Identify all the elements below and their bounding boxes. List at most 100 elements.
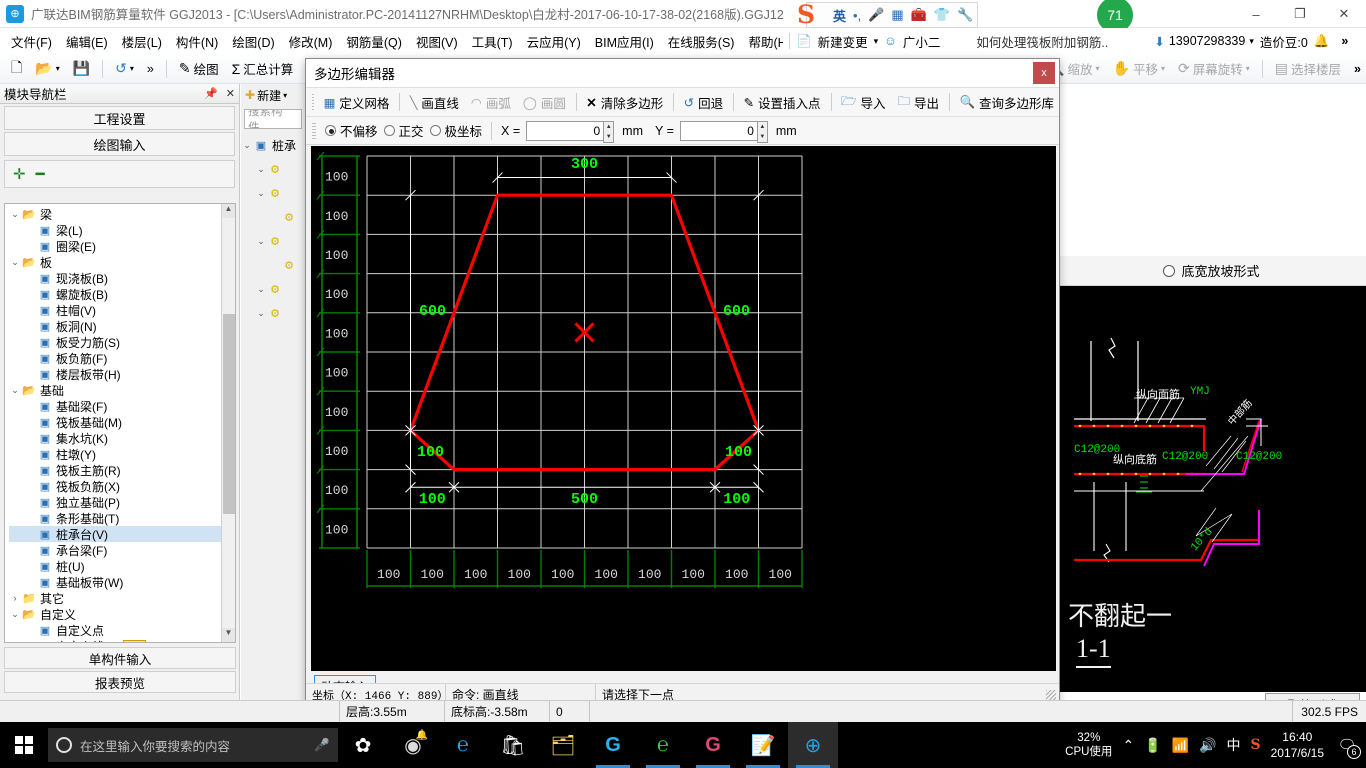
tree-item-筏板负筋X[interactable]: ▣ 筏板负筋(X)	[9, 478, 235, 494]
close-icon[interactable]: ✕	[226, 87, 235, 100]
toolbar-grip[interactable]	[312, 94, 314, 110]
menu-online-service[interactable]: 在线服务(S)	[661, 29, 742, 54]
taskbar-app-360browser[interactable]: G	[588, 722, 638, 768]
twisty-icon[interactable]: ⌄	[255, 284, 267, 295]
nav-project-settings-button[interactable]: 工程设置	[4, 106, 235, 130]
twisty-icon[interactable]: ⌄	[255, 236, 267, 247]
mic-icon[interactable]: 🎤	[314, 738, 330, 753]
comma-icon[interactable]: •,	[853, 8, 861, 23]
component-tree-item[interactable]: ⌄ ⚙	[241, 229, 305, 253]
menu-draw[interactable]: 绘图(D)	[225, 29, 281, 54]
taskbar-app-explorer[interactable]: 🗂	[538, 722, 588, 768]
scroll-up-icon[interactable]: ▲	[222, 204, 235, 218]
tree-item-梁[interactable]: ⌄ 📂 梁	[9, 206, 235, 222]
component-tree-item[interactable]: ⌄ ⚙	[241, 277, 305, 301]
pan-button[interactable]: ✋ 平移 ▾	[1108, 57, 1170, 80]
new-change-button[interactable]: 新建变更	[818, 32, 868, 51]
tree-item-梁L[interactable]: ▣ 梁(L)	[9, 222, 235, 238]
set-insert-point-button[interactable]: ✎ 设置插入点	[739, 91, 826, 114]
undo-button[interactable]: ↺ 回退	[679, 91, 729, 114]
tree-item-基础梁F[interactable]: ▣ 基础梁(F)	[9, 398, 235, 414]
bottom-slope-form-option[interactable]: 底宽放坡形式	[1056, 256, 1366, 286]
volume-icon[interactable]: 🔊	[1199, 737, 1216, 754]
taskbar-app-sogou[interactable]: ✿	[338, 722, 388, 768]
undo-button[interactable]: ↺ ▾	[110, 58, 139, 79]
menu-tools[interactable]: 工具(T)	[465, 29, 520, 54]
tree-scrollbar[interactable]: ▲ ▼	[221, 204, 235, 642]
open-file-button[interactable]: 📂 ▾	[30, 58, 64, 79]
toolbar-overflow-right[interactable]: »	[1349, 60, 1366, 78]
tree-item-其它[interactable]: › 📁 其它	[9, 590, 235, 606]
offset-ortho-radio[interactable]: 正交	[383, 121, 424, 140]
component-tree-item[interactable]: ⚙	[241, 253, 305, 277]
chevron-down-icon[interactable]: ▾	[874, 36, 879, 47]
component-tree[interactable]: ⌄ ▣ 桩承 ⌄ ⚙ ⌄ ⚙ ⚙ ⌄ ⚙ ⚙ ⌄ ⚙ ⌄ ⚙	[241, 133, 305, 325]
taskbar-search-box[interactable]: 在这里输入你要搜索的内容 🎤	[48, 728, 338, 762]
component-tree-item[interactable]: ⌄ ⚙	[241, 181, 305, 205]
tree-item-楼层板带H[interactable]: ▣ 楼层板带(H)	[9, 366, 235, 382]
tree-item-承台梁F[interactable]: ▣ 承台梁(F)	[9, 542, 235, 558]
keyboard-icon[interactable]: ▦	[891, 7, 903, 23]
sogou-icon[interactable]: S	[1250, 737, 1260, 753]
minimize-button[interactable]: –	[1234, 0, 1278, 28]
component-tree-item[interactable]: ⌄ ▣ 桩承	[241, 133, 305, 157]
taskbar-app-360safe[interactable]: ◉ 🔔	[388, 722, 438, 768]
tree-item-基础板带W[interactable]: ▣ 基础板带(W)	[9, 574, 235, 590]
tree-item-螺旋板B[interactable]: ▣ 螺旋板(B)	[9, 286, 235, 302]
tree-item-自定义点[interactable]: ▣ 自定义点	[9, 622, 235, 638]
taskbar-app-edge[interactable]: ℮	[438, 722, 488, 768]
module-tree[interactable]: ⌄ 📂 梁 ▣ 梁(L) ▣ 圈梁(E) ⌄ 📂 板 ▣ 现浇板(B) ▣ 螺旋板(B) ▣ 柱帽(…	[4, 203, 236, 643]
chevron-down-icon[interactable]: ▾	[1249, 36, 1254, 47]
taskbar-app-notepad[interactable]: 📝	[738, 722, 788, 768]
spin-down-icon[interactable]: ▼	[606, 134, 612, 140]
ime-toolbar[interactable]: S 英 •, 🎤 ▦ 🧰 👕 🔧	[797, 2, 978, 28]
tree-item-柱帽V[interactable]: ▣ 柱帽(V)	[9, 302, 235, 318]
assistant-label[interactable]: 广小二	[903, 32, 941, 51]
menu-rebar[interactable]: 钢筋量(Q)	[339, 29, 409, 54]
account-box[interactable]: ⬇ 13907298339 ▾	[1154, 34, 1254, 49]
tree-item-圈梁E[interactable]: ▣ 圈梁(E)	[9, 238, 235, 254]
tree-item-板[interactable]: ⌄ 📂 板	[9, 254, 235, 270]
menu-component[interactable]: 构件(N)	[169, 29, 225, 54]
draw-circle-button[interactable]: ◯ 画圆	[518, 91, 571, 114]
offset-polar-radio[interactable]: 极坐标	[429, 121, 482, 140]
tree-item-现浇板B[interactable]: ▣ 现浇板(B)	[9, 270, 235, 286]
select-floor-button[interactable]: ▤ 选择楼层	[1270, 57, 1346, 80]
twisty-icon[interactable]: ⌄	[9, 257, 21, 268]
remove-icon[interactable]: ━	[36, 165, 45, 183]
chevron-down-icon[interactable]: ▾	[130, 64, 134, 73]
twisty-icon[interactable]: ⌄	[255, 164, 267, 175]
battery-icon[interactable]: 🔋	[1144, 737, 1161, 754]
query-polygon-library-button[interactable]: 🔍 查询多边形库	[954, 91, 1059, 114]
dialog-close-button[interactable]: x	[1033, 62, 1055, 84]
sum-calc-button[interactable]: Σ 汇总计算	[227, 57, 299, 80]
pin-icon[interactable]: 📌	[204, 87, 218, 100]
overflow-icon[interactable]: »	[1341, 34, 1348, 48]
taskbar-app-store[interactable]: 🛍	[488, 722, 538, 768]
twisty-icon[interactable]: ⌄	[9, 209, 21, 220]
maximize-button[interactable]: ❐	[1278, 0, 1322, 28]
x-spinner[interactable]: ▲ ▼	[603, 120, 615, 143]
scroll-down-icon[interactable]: ▼	[222, 628, 235, 642]
twisty-icon[interactable]: ›	[9, 593, 21, 603]
chevron-down-icon[interactable]: ▾	[283, 91, 287, 100]
options-grip[interactable]	[312, 122, 316, 139]
ime-mode-label[interactable]: 英	[833, 6, 846, 25]
y-offset-input[interactable]: 0 ▲ ▼	[679, 120, 768, 143]
tree-item-板洞N[interactable]: ▣ 板洞(N)	[9, 318, 235, 334]
tree-item-自定义线X[interactable]: ▣自定义线(X)NEW	[9, 638, 235, 642]
mic-icon[interactable]: 🎤	[868, 7, 884, 23]
spin-up-icon[interactable]: ▲	[606, 124, 612, 130]
export-button[interactable]: 🗀 导出	[893, 90, 945, 115]
twisty-icon[interactable]: ⌄	[9, 609, 21, 620]
notification-center-button[interactable]: 🗨 6	[1334, 732, 1361, 759]
radio-icon[interactable]	[1163, 264, 1176, 277]
add-icon[interactable]: ✛	[13, 165, 26, 183]
menu-view[interactable]: 视图(V)	[409, 29, 465, 54]
scrollbar-thumb[interactable]	[223, 314, 235, 514]
chevron-down-icon[interactable]: ▾	[56, 64, 60, 73]
new-component-button[interactable]: ✚ 新建 ▾	[241, 84, 305, 106]
y-spinner[interactable]: ▲ ▼	[756, 120, 768, 143]
single-component-input-button[interactable]: 单构件输入	[4, 647, 236, 669]
chevron-down-icon[interactable]: ▾	[1096, 64, 1100, 73]
